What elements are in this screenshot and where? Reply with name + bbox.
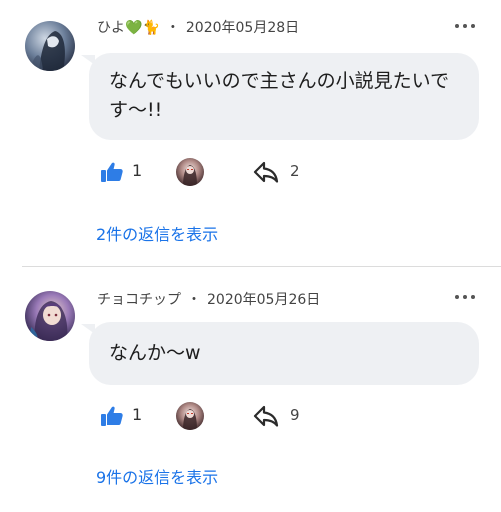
green-heart-emoji-icon: 💚 bbox=[125, 20, 143, 36]
comment-text: なんでもいいので主さんの小説見たいです〜!! bbox=[81, 53, 479, 140]
avatar[interactable] bbox=[25, 21, 75, 71]
author-name[interactable]: ひよ bbox=[97, 20, 125, 36]
reply-icon[interactable] bbox=[253, 404, 279, 428]
comment-card: チョコチップ・ 2020年05月26日 なんか〜w 1 9 9件の返信を表示 bbox=[0, 267, 501, 512]
reply-count: 2 bbox=[290, 162, 300, 180]
more-options-icon[interactable] bbox=[455, 289, 475, 305]
avatar-image bbox=[29, 301, 68, 341]
thumbs-up-icon[interactable] bbox=[100, 160, 124, 184]
reply-count: 9 bbox=[290, 406, 300, 424]
comment-actions: 1 9 bbox=[100, 402, 360, 432]
reaction-avatar[interactable] bbox=[176, 402, 204, 430]
comment-header: ひよ💚🐈 ・ 2020年05月28日 bbox=[97, 17, 299, 37]
comment-date: 2020年05月28日 bbox=[185, 20, 300, 36]
avatar-image bbox=[31, 31, 65, 71]
like-count: 1 bbox=[132, 405, 143, 424]
view-replies-link[interactable]: 9件の返信を表示 bbox=[96, 464, 218, 488]
comment-header: チョコチップ・ 2020年05月26日 bbox=[97, 289, 320, 309]
thumbs-up-icon[interactable] bbox=[100, 404, 124, 428]
avatar[interactable] bbox=[25, 291, 75, 341]
cat-emoji-icon: 🐈 bbox=[142, 20, 160, 36]
comment-card: ひよ💚🐈 ・ 2020年05月28日 なんでもいいので主さんの小説見たいです〜!! … bbox=[0, 0, 501, 266]
author-name[interactable]: チョコチップ bbox=[97, 292, 181, 308]
reply-icon[interactable] bbox=[253, 160, 279, 184]
comment-actions: 1 2 bbox=[100, 158, 360, 188]
reaction-avatar[interactable] bbox=[176, 158, 204, 186]
view-replies-link[interactable]: 2件の返信を表示 bbox=[96, 221, 218, 245]
comment-text: なんか〜w bbox=[81, 322, 479, 385]
separator: ・ bbox=[165, 20, 180, 36]
separator: ・ bbox=[187, 292, 201, 308]
comment-date: 2020年05月26日 bbox=[207, 292, 321, 308]
like-count: 1 bbox=[132, 161, 143, 180]
more-options-icon[interactable] bbox=[455, 18, 475, 34]
